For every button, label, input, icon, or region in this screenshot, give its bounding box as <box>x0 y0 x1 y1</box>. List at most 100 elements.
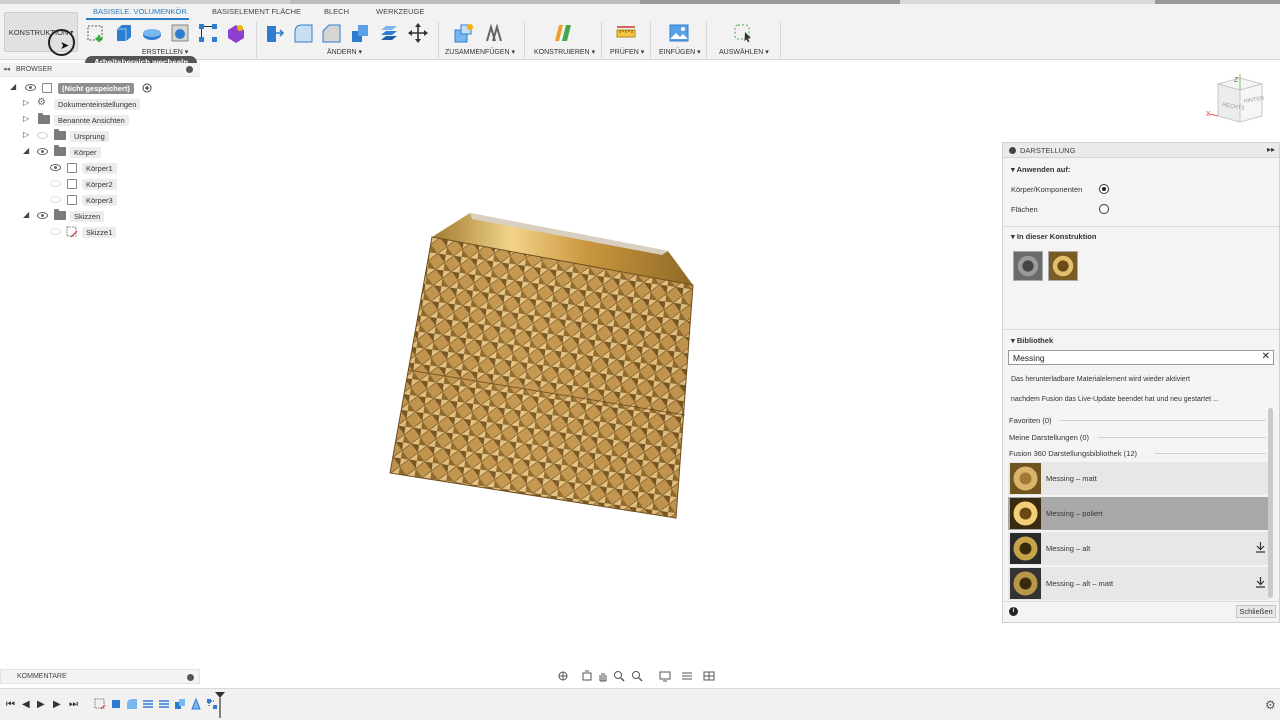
orbit-icon[interactable] <box>557 670 569 682</box>
category-fusion-library[interactable]: Fusion 360 Darstellungsbibliothek (12) <box>1009 449 1137 458</box>
eye-icon[interactable] <box>37 212 48 219</box>
eye-hidden-icon[interactable] <box>37 132 48 139</box>
section-in-design[interactable]: ▾ In dieser Konstruktion <box>1011 232 1096 241</box>
pattern-icon[interactable] <box>197 22 219 44</box>
material-row[interactable]: Messing – alt – matt <box>1008 567 1270 600</box>
material-row-selected[interactable]: Messing – poliert <box>1008 497 1270 530</box>
measure-icon[interactable] <box>615 22 637 44</box>
move-icon[interactable] <box>407 22 429 44</box>
group-select-label[interactable]: AUSWÄHLEN ▾ <box>719 48 769 56</box>
eye-hidden-icon[interactable] <box>50 196 61 203</box>
group-construct-label[interactable]: KONSTRUIEREN ▾ <box>534 48 595 56</box>
fit-zoom-icon[interactable] <box>631 670 643 682</box>
browser-options-icon[interactable] <box>186 66 193 73</box>
first-step-icon[interactable]: ⏮ <box>6 699 15 710</box>
combine-icon[interactable] <box>349 22 371 44</box>
material-swatch-steel[interactable] <box>1013 251 1043 281</box>
press-pull-icon[interactable] <box>263 22 285 44</box>
expand-triangle-icon[interactable]: ▷ <box>23 130 29 139</box>
tree-item-body3[interactable]: Körper3 <box>0 193 200 207</box>
category-favorites[interactable]: Favoriten (0) <box>1009 416 1052 425</box>
viewports-icon[interactable] <box>703 670 715 682</box>
panel-options-icon[interactable] <box>1009 147 1016 154</box>
group-inspect-label[interactable]: PRÜFEN ▾ <box>610 48 644 56</box>
browser-header[interactable]: ◂◂ BROWSER <box>0 63 200 77</box>
download-icon[interactable] <box>1255 576 1266 588</box>
previous-step-icon[interactable]: ◀ <box>22 699 30 710</box>
material-row[interactable]: Messing – matt <box>1008 462 1270 495</box>
group-assemble-label[interactable]: ZUSAMMENFÜGEN ▾ <box>445 48 515 56</box>
joint-icon[interactable] <box>483 22 505 44</box>
timeline-sketch-icon[interactable] <box>94 698 106 710</box>
timeline-marker[interactable] <box>215 692 225 718</box>
library-search-input[interactable]: Messing ✕ <box>1008 350 1274 365</box>
display-settings-icon[interactable] <box>659 670 671 682</box>
tab-surface[interactable]: BASISELEMENT FLÄCHE <box>212 7 301 16</box>
eye-hidden-icon[interactable] <box>50 180 61 187</box>
create-form-icon[interactable] <box>225 22 247 44</box>
eye-hidden-icon[interactable] <box>50 228 61 235</box>
collapse-arrows-icon[interactable]: ◂◂ <box>3 65 10 73</box>
eye-icon[interactable] <box>25 84 36 91</box>
construct-plane-icon[interactable] <box>552 22 574 44</box>
insert-image-icon[interactable] <box>668 22 690 44</box>
eye-icon[interactable] <box>50 164 61 171</box>
next-step-icon[interactable]: ▶ <box>53 699 61 710</box>
zoom-icon[interactable] <box>613 670 625 682</box>
group-modify-label[interactable]: ÄNDERN ▾ <box>327 48 362 56</box>
expand-triangle-icon[interactable]: ◢ <box>23 146 29 155</box>
tree-item-settings[interactable]: ▷ ⚙ Dokumenteinstellungen <box>0 97 200 111</box>
activate-radio-icon[interactable] <box>142 83 152 93</box>
tab-tools[interactable]: WERKZEUGE <box>376 7 424 16</box>
tree-item-origin[interactable]: ▷ Ursprung <box>0 129 200 143</box>
section-library[interactable]: ▾ Bibliothek <box>1011 336 1053 345</box>
chamfer-icon[interactable] <box>320 22 342 44</box>
tree-root[interactable]: ◢ (Nicht gespeichert) <box>0 81 200 95</box>
expand-triangle-icon[interactable]: ▷ <box>23 114 29 123</box>
expand-triangle-icon[interactable]: ▷ <box>23 98 29 107</box>
tree-item-body1[interactable]: Körper1 <box>0 161 200 175</box>
extrude-box-icon[interactable] <box>113 22 135 44</box>
expand-triangle-icon[interactable]: ◢ <box>23 210 29 219</box>
grid-settings-icon[interactable] <box>681 670 693 682</box>
tree-item-body2[interactable]: Körper2 <box>0 177 200 191</box>
library-scrollbar[interactable] <box>1268 408 1273 598</box>
timeline-fillet-icon[interactable] <box>126 698 138 710</box>
tab-solid[interactable]: BASISELE. VOLUMENKÖR. <box>93 7 189 16</box>
revolve-icon[interactable] <box>141 22 163 44</box>
radio-faces[interactable] <box>1099 204 1109 214</box>
clear-search-icon[interactable]: ✕ <box>1262 351 1270 362</box>
tab-sheet-metal[interactable]: BLECH <box>324 7 349 16</box>
download-icon[interactable] <box>1255 541 1266 553</box>
comments-bar[interactable]: KOMMENTARE <box>0 669 200 684</box>
new-component-icon[interactable] <box>453 22 475 44</box>
pan-hand-icon[interactable] <box>597 670 609 682</box>
tree-item-sketches[interactable]: ◢ Skizzen <box>0 209 200 223</box>
shell-icon[interactable] <box>169 22 191 44</box>
material-row[interactable]: Messing – alt <box>1008 532 1270 565</box>
select-icon[interactable] <box>732 22 754 44</box>
expand-triangle-icon[interactable]: ◢ <box>10 82 16 91</box>
timeline-offset-icon[interactable] <box>158 698 170 710</box>
offset-face-icon[interactable] <box>378 22 400 44</box>
timeline-extrude-icon[interactable] <box>110 698 122 710</box>
radio-bodies[interactable] <box>1099 184 1109 194</box>
tree-item-named-views[interactable]: ▷ Benannte Ansichten <box>0 113 200 127</box>
timeline-settings-gear-icon[interactable]: ⚙ <box>1265 698 1276 712</box>
timeline-combine-icon[interactable] <box>174 698 186 710</box>
info-icon[interactable]: i <box>1009 607 1018 616</box>
last-step-icon[interactable]: ⏭ <box>69 699 78 710</box>
viewcube[interactable]: RECHTS HINTEN Z X <box>1200 72 1276 132</box>
eye-icon[interactable] <box>37 148 48 155</box>
fillet-icon[interactable] <box>292 22 314 44</box>
timeline-draft-icon[interactable] <box>190 698 202 710</box>
knurled-brass-body-model[interactable] <box>380 205 710 530</box>
panel-header[interactable]: DARSTELLUNG ▸▸ <box>1003 143 1279 158</box>
material-swatch-brass[interactable] <box>1048 251 1078 281</box>
add-comment-icon[interactable] <box>187 674 194 681</box>
group-insert-label[interactable]: EINFÜGEN ▾ <box>659 48 701 56</box>
look-at-icon[interactable] <box>581 670 593 682</box>
timeline-offset-icon[interactable] <box>142 698 154 710</box>
expand-panel-icon[interactable]: ▸▸ <box>1267 145 1275 154</box>
category-my-appearances[interactable]: Meine Darstellungen (0) <box>1009 433 1089 442</box>
